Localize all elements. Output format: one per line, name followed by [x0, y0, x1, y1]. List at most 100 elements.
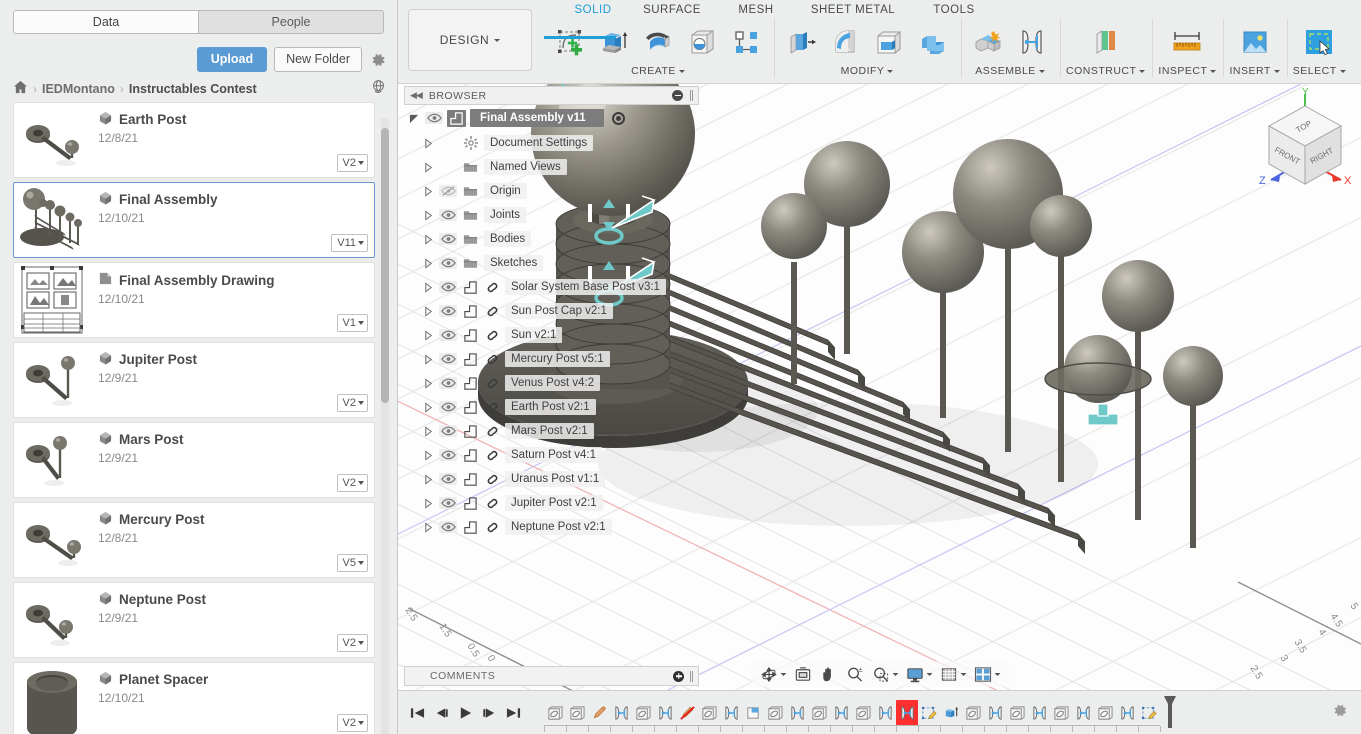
- combine-icon[interactable]: [912, 21, 954, 63]
- tab-people[interactable]: People: [198, 11, 383, 33]
- browser-node-label[interactable]: Sun Post Cap v2:1: [505, 303, 613, 319]
- browser-node-label[interactable]: Origin: [484, 183, 527, 199]
- globe-eye-icon[interactable]: [371, 79, 387, 98]
- visibility-eye-icon[interactable]: [439, 329, 457, 341]
- collapse-left-icon[interactable]: ◀◀: [410, 90, 423, 101]
- tab-surface[interactable]: SURFACE: [630, 4, 714, 16]
- browser-root-node[interactable]: Final Assembly v11: [404, 105, 699, 131]
- timeline-feature-extrude[interactable]: [940, 700, 962, 726]
- timeline-feature-edit-sketch[interactable]: [918, 700, 940, 726]
- breadcrumb-item-folder[interactable]: Instructables Contest: [129, 82, 257, 96]
- timeline-feature-plane[interactable]: [742, 700, 764, 726]
- new-component-icon[interactable]: [967, 21, 1009, 63]
- circle-plus-icon[interactable]: [673, 670, 684, 682]
- step-forward-icon[interactable]: [481, 704, 498, 721]
- expand-arrow-icon[interactable]: [422, 449, 435, 461]
- expand-arrow-icon[interactable]: [422, 233, 435, 245]
- visibility-eye-icon[interactable]: [425, 112, 443, 124]
- expand-arrow-icon[interactable]: [408, 113, 421, 124]
- tab-solid[interactable]: SOLID: [556, 4, 630, 16]
- browser-node[interactable]: Uranus Post v1:1: [404, 467, 699, 491]
- timeline-feature-joint[interactable]: [1072, 700, 1094, 726]
- browser-node-label[interactable]: Named Views: [484, 159, 567, 175]
- item-version-dropdown[interactable]: V2: [336, 474, 368, 492]
- item-version-dropdown[interactable]: V2: [336, 394, 368, 412]
- tab-tools[interactable]: TOOLS: [908, 4, 1000, 16]
- resize-grip[interactable]: [690, 670, 693, 682]
- browser-node[interactable]: Sketches: [404, 251, 699, 275]
- browser-node-label[interactable]: Bodies: [484, 231, 532, 247]
- expand-arrow-icon[interactable]: [422, 209, 435, 221]
- visibility-eye-icon[interactable]: [439, 353, 457, 365]
- browser-node-label[interactable]: Uranus Post v1:1: [505, 471, 606, 487]
- gear-icon[interactable]: [1330, 701, 1349, 725]
- orbit-icon[interactable]: [756, 663, 789, 686]
- visibility-eye-icon[interactable]: [439, 449, 457, 461]
- timeline-feature-sketch[interactable]: [764, 700, 786, 726]
- look-at-icon[interactable]: [790, 663, 815, 686]
- expand-arrow-icon[interactable]: [422, 425, 435, 437]
- tab-data[interactable]: Data: [14, 11, 198, 33]
- timeline-feature-joint[interactable]: [1116, 700, 1138, 726]
- visibility-eye-icon[interactable]: [439, 473, 457, 485]
- timeline-feature-sketch[interactable]: [1094, 700, 1116, 726]
- data-panel-item[interactable]: Earth Post 12/8/21 V2: [13, 102, 375, 178]
- timeline-features[interactable]: [544, 696, 1161, 732]
- timeline-feature-joint[interactable]: [874, 700, 896, 726]
- ribbon-group-label-assemble[interactable]: ASSEMBLE: [975, 65, 1045, 77]
- browser-node[interactable]: Venus Post v4:2: [404, 371, 699, 395]
- visibility-eye-icon[interactable]: [439, 257, 457, 269]
- browser-node-label[interactable]: Mercury Post v5:1: [505, 351, 610, 367]
- timeline-feature-fix[interactable]: [588, 700, 610, 726]
- ribbon-group-label-construct[interactable]: CONSTRUCT: [1066, 65, 1146, 77]
- timeline-feature-joint[interactable]: [610, 700, 632, 726]
- item-version-dropdown[interactable]: V2: [336, 714, 368, 732]
- pan-icon[interactable]: [816, 663, 841, 686]
- extrude-icon[interactable]: [593, 21, 635, 63]
- expand-arrow-icon[interactable]: [422, 521, 435, 533]
- data-panel-item[interactable]: Mercury Post 12/8/21 V5: [13, 502, 375, 578]
- expand-arrow-icon[interactable]: [422, 305, 435, 317]
- resize-grip[interactable]: [690, 90, 693, 101]
- item-version-dropdown[interactable]: V5: [336, 554, 368, 572]
- joint-icon[interactable]: [1011, 21, 1053, 63]
- browser-root-label[interactable]: Final Assembly v11: [470, 109, 604, 127]
- data-panel-item[interactable]: Final Assembly Drawing 12/10/21 V1: [13, 262, 375, 338]
- revolve-icon[interactable]: [637, 21, 679, 63]
- visibility-eye-icon[interactable]: [439, 497, 457, 509]
- browser-node-label[interactable]: Sun v2:1: [505, 327, 563, 343]
- radio-selected-icon[interactable]: [611, 111, 625, 125]
- visibility-eye-icon[interactable]: [439, 281, 457, 293]
- item-version-dropdown[interactable]: V11: [331, 234, 368, 252]
- visibility-eye-icon[interactable]: [439, 233, 457, 245]
- measure-icon[interactable]: [1166, 21, 1208, 63]
- workspace-selector[interactable]: DESIGN: [408, 9, 532, 71]
- expand-arrow-icon[interactable]: [422, 353, 435, 365]
- expand-arrow-icon[interactable]: [422, 401, 435, 413]
- browser-node[interactable]: Neptune Post v2:1: [404, 515, 699, 539]
- browser-node[interactable]: Saturn Post v4:1: [404, 443, 699, 467]
- expand-arrow-icon[interactable]: [422, 377, 435, 389]
- timeline-feature-sketch[interactable]: [1006, 700, 1028, 726]
- visibility-eye-icon[interactable]: [439, 209, 457, 221]
- browser-tree[interactable]: Final Assembly v11 Document Settings Nam…: [404, 105, 699, 539]
- timeline-feature-joint[interactable]: [830, 700, 852, 726]
- skip-to-end-icon[interactable]: [505, 704, 522, 721]
- pattern-icon[interactable]: [725, 21, 767, 63]
- browser-node[interactable]: Mercury Post v5:1: [404, 347, 699, 371]
- new-folder-button[interactable]: New Folder: [274, 46, 362, 73]
- timeline-feature-edit-sketch[interactable]: [1138, 700, 1160, 726]
- expand-arrow-icon[interactable]: [422, 161, 435, 173]
- offset-plane-icon[interactable]: [1085, 21, 1127, 63]
- play-icon[interactable]: [457, 704, 474, 721]
- expand-arrow-icon[interactable]: [422, 257, 435, 269]
- browser-node[interactable]: Bodies: [404, 227, 699, 251]
- timeline-feature-sketch[interactable]: [1050, 700, 1072, 726]
- data-panel-item[interactable]: Final Assembly 12/10/21 V11: [13, 182, 375, 258]
- view-cube[interactable]: Y X Z TOP FRONT RIGHT: [1253, 87, 1357, 198]
- home-icon[interactable]: [13, 80, 28, 97]
- expand-arrow-icon[interactable]: [422, 329, 435, 341]
- zoom-window-icon[interactable]: [868, 663, 901, 686]
- visibility-eye-icon[interactable]: [439, 401, 457, 413]
- viewports-icon[interactable]: [970, 663, 1003, 686]
